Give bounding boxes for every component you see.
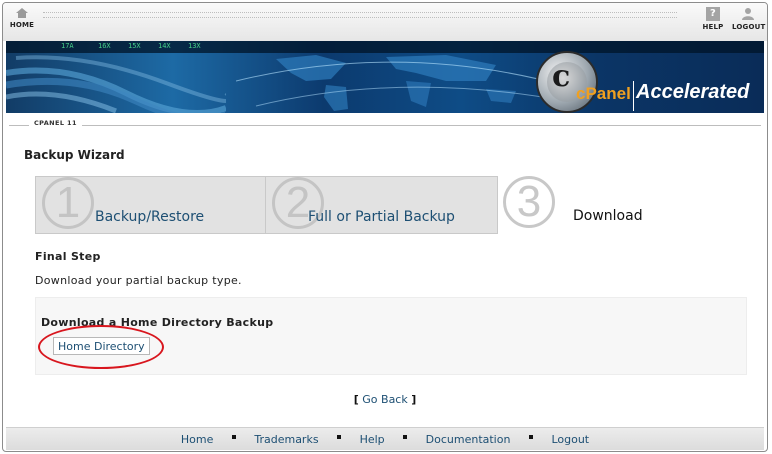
cpanel-banner: 17A 16X 15X 14X 13X c cPanel Accelerated (6, 41, 764, 113)
network-cables-graphic (6, 55, 226, 113)
go-back-link[interactable]: Go Back (362, 393, 407, 406)
ticker-item: 16X (98, 42, 111, 50)
version-label: CPANEL 11 (29, 119, 82, 127)
top-nav-bar: HOME ? HELP LOGOUT (3, 3, 767, 41)
step-label-full-partial: Full or Partial Backup (308, 209, 455, 225)
bracket-close: ] (411, 393, 417, 406)
final-step-heading: Final Step (35, 250, 101, 263)
step-full-partial-backup[interactable]: 2 Full or Partial Backup (265, 176, 498, 234)
footer-home-link[interactable]: Home (181, 433, 213, 446)
home-nav[interactable]: HOME (9, 7, 35, 29)
wizard-steps: 1 Backup/Restore 2 Full or Partial Backu… (35, 176, 729, 234)
brand-cpanel: cPanel (576, 84, 631, 103)
page-title: Backup Wizard (24, 148, 125, 162)
footer-help-link[interactable]: Help (360, 433, 385, 446)
logout-nav[interactable]: LOGOUT (732, 7, 766, 31)
footer-separator (528, 435, 533, 439)
user-icon (742, 8, 754, 20)
footer-documentation-link[interactable]: Documentation (426, 433, 511, 446)
ticker-item: 17A (61, 42, 74, 50)
step-backup-restore[interactable]: 1 Backup/Restore (35, 176, 266, 234)
step-number-1: 1 (42, 177, 94, 229)
footer-bar: Home Trademarks Help Documentation Logou… (6, 427, 764, 450)
brand-accelerated: Accelerated (636, 81, 750, 103)
brand-divider (633, 81, 634, 111)
step-label-download: Download (573, 208, 643, 224)
ticker-item: 15X (128, 42, 141, 50)
help-icon: ? (706, 7, 720, 21)
ticker-item: 13X (188, 42, 201, 50)
help-nav[interactable]: ? HELP (701, 7, 725, 31)
step-label-backup-restore: Backup/Restore (95, 209, 205, 225)
bracket-open: [ (353, 393, 359, 406)
footer-trademarks-link[interactable]: Trademarks (254, 433, 318, 446)
step-download: 3 Download (497, 176, 727, 232)
version-rule (9, 125, 761, 126)
cpanel-window: HOME ? HELP LOGOUT 17A 16X 15X 14X 13X c… (2, 2, 768, 452)
logout-nav-label: LOGOUT (732, 23, 766, 31)
version-bar: CPANEL 11 (3, 115, 767, 133)
cpanel-logo-letter: c (552, 59, 571, 94)
home-icon (16, 8, 28, 18)
footer-logout-link[interactable]: Logout (551, 433, 589, 446)
step-number-3: 3 (503, 176, 555, 228)
footer-separator (231, 435, 236, 439)
go-back-row: [ Go Back ] (3, 393, 767, 406)
download-panel: Download a Home Directory Backup Home Di… (35, 297, 747, 375)
help-nav-label: HELP (702, 23, 724, 31)
footer-links: Home Trademarks Help Documentation Logou… (6, 433, 764, 446)
footer-separator (403, 435, 408, 439)
footer-separator (337, 435, 342, 439)
home-directory-button[interactable]: Home Directory (53, 337, 150, 355)
final-step-description: Download your partial backup type. (35, 274, 242, 287)
ticker-item: 14X (158, 42, 171, 50)
top-divider (43, 12, 677, 18)
home-nav-label: HOME (9, 21, 35, 29)
world-map-graphic (236, 55, 566, 111)
